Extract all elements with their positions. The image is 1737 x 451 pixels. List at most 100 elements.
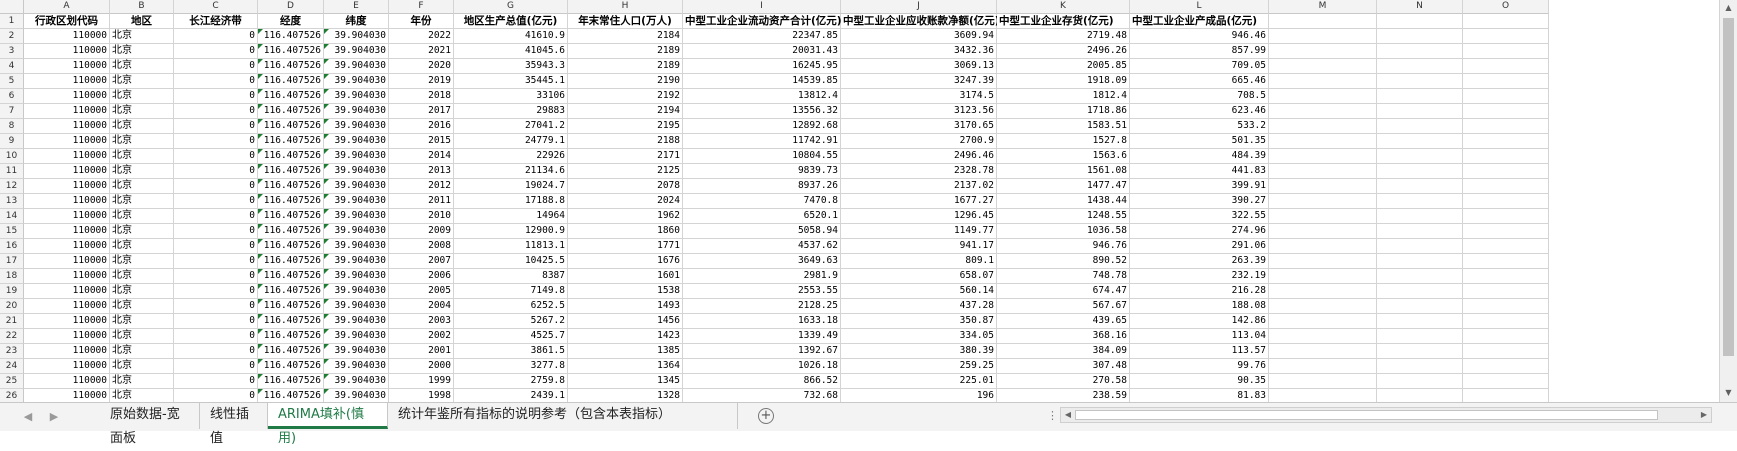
table-cell[interactable]: 110000 xyxy=(24,254,110,269)
column-header-a[interactable]: A xyxy=(24,0,110,14)
empty-cell[interactable] xyxy=(1463,179,1549,194)
table-cell[interactable]: 259.25 xyxy=(841,359,997,374)
table-cell[interactable]: 北京 xyxy=(110,179,174,194)
table-cell[interactable]: 2719.48 xyxy=(997,29,1130,44)
table-cell[interactable]: 0 xyxy=(174,314,258,329)
table-cell[interactable]: 2001 xyxy=(389,344,454,359)
empty-cell[interactable] xyxy=(1269,239,1377,254)
table-cell[interactable]: 384.09 xyxy=(997,344,1130,359)
row-number[interactable]: 20 xyxy=(0,299,24,314)
table-cell[interactable]: 2017 xyxy=(389,104,454,119)
empty-cell[interactable] xyxy=(1463,59,1549,74)
table-cell[interactable]: 116.407526 xyxy=(258,314,324,329)
table-cell[interactable]: 4537.62 xyxy=(683,239,841,254)
table-cell[interactable]: 13812.4 xyxy=(683,89,841,104)
table-cell[interactable]: 0 xyxy=(174,194,258,209)
table-cell[interactable]: 116.407526 xyxy=(258,299,324,314)
table-cell[interactable]: 291.06 xyxy=(1130,239,1269,254)
table-cell[interactable]: 北京 xyxy=(110,299,174,314)
table-cell[interactable]: 北京 xyxy=(110,329,174,344)
table-cell[interactable]: 1601 xyxy=(568,269,683,284)
table-cell[interactable]: 334.05 xyxy=(841,329,997,344)
table-cell[interactable]: 1860 xyxy=(568,224,683,239)
table-cell[interactable]: 110000 xyxy=(24,119,110,134)
scroll-down-arrow-icon[interactable]: ▼ xyxy=(1720,386,1737,400)
table-cell[interactable]: 3069.13 xyxy=(841,59,997,74)
table-cell[interactable]: 116.407526 xyxy=(258,164,324,179)
table-cell[interactable]: 116.407526 xyxy=(258,269,324,284)
table-cell[interactable]: 北京 xyxy=(110,194,174,209)
table-cell[interactable]: 39.904030 xyxy=(324,224,389,239)
table-cell[interactable]: 1328 xyxy=(568,389,683,402)
table-cell[interactable]: 41045.6 xyxy=(454,44,568,59)
header-cell[interactable]: 年末常住人口(万人) xyxy=(568,14,683,29)
table-cell[interactable]: 2553.55 xyxy=(683,284,841,299)
table-cell[interactable]: 0 xyxy=(174,44,258,59)
table-cell[interactable]: 39.904030 xyxy=(324,389,389,402)
table-cell[interactable]: 0 xyxy=(174,89,258,104)
vertical-scrollbar[interactable]: ▲ ▼ xyxy=(1719,0,1737,402)
table-cell[interactable]: 110000 xyxy=(24,134,110,149)
table-cell[interactable]: 748.78 xyxy=(997,269,1130,284)
table-cell[interactable]: 116.407526 xyxy=(258,239,324,254)
empty-cell[interactable] xyxy=(1463,374,1549,389)
table-cell[interactable]: 116.407526 xyxy=(258,344,324,359)
table-cell[interactable]: 39.904030 xyxy=(324,329,389,344)
table-cell[interactable]: 14539.85 xyxy=(683,74,841,89)
empty-cell[interactable] xyxy=(1463,269,1549,284)
table-cell[interactable]: 29883 xyxy=(454,104,568,119)
table-cell[interactable]: 110000 xyxy=(24,89,110,104)
table-cell[interactable]: 北京 xyxy=(110,374,174,389)
table-cell[interactable]: 北京 xyxy=(110,74,174,89)
table-cell[interactable]: 116.407526 xyxy=(258,359,324,374)
table-cell[interactable]: 0 xyxy=(174,359,258,374)
table-cell[interactable]: 北京 xyxy=(110,224,174,239)
table-cell[interactable]: 0 xyxy=(174,29,258,44)
table-cell[interactable]: 北京 xyxy=(110,209,174,224)
table-cell[interactable]: 27041.2 xyxy=(454,119,568,134)
column-header-j[interactable]: J xyxy=(841,0,997,14)
empty-cell[interactable] xyxy=(1269,329,1377,344)
empty-cell[interactable] xyxy=(1463,44,1549,59)
table-cell[interactable]: 0 xyxy=(174,164,258,179)
table-cell[interactable]: 225.01 xyxy=(841,374,997,389)
table-cell[interactable]: 110000 xyxy=(24,299,110,314)
table-cell[interactable]: 1538 xyxy=(568,284,683,299)
row-number[interactable]: 16 xyxy=(0,239,24,254)
table-cell[interactable]: 0 xyxy=(174,329,258,344)
table-cell[interactable]: 110000 xyxy=(24,179,110,194)
empty-cell[interactable] xyxy=(1463,74,1549,89)
table-cell[interactable]: 1364 xyxy=(568,359,683,374)
spreadsheet-grid[interactable]: ABCDEFGHIJKLMNO 1 行政区划代码 地区 长江经济带 经度 纬度 年份 地区生产… xyxy=(0,0,1719,402)
table-cell[interactable]: 1423 xyxy=(568,329,683,344)
table-cell[interactable]: 8937.26 xyxy=(683,179,841,194)
vertical-scroll-thumb[interactable] xyxy=(1723,18,1734,356)
table-cell[interactable]: 2008 xyxy=(389,239,454,254)
empty-cell[interactable] xyxy=(1269,389,1377,402)
table-cell[interactable]: 1812.4 xyxy=(997,89,1130,104)
table-cell[interactable]: 1563.6 xyxy=(997,149,1130,164)
table-cell[interactable]: 北京 xyxy=(110,314,174,329)
empty-cell[interactable] xyxy=(1463,299,1549,314)
table-cell[interactable]: 1456 xyxy=(568,314,683,329)
empty-cell[interactable] xyxy=(1463,239,1549,254)
table-cell[interactable]: 2328.78 xyxy=(841,164,997,179)
empty-cell[interactable] xyxy=(1463,164,1549,179)
table-cell[interactable]: 1493 xyxy=(568,299,683,314)
horizontal-scrollbar[interactable]: ◀ ▶ xyxy=(1060,407,1712,423)
table-cell[interactable]: 142.86 xyxy=(1130,314,1269,329)
table-cell[interactable]: 5267.2 xyxy=(454,314,568,329)
table-cell[interactable]: 北京 xyxy=(110,89,174,104)
table-cell[interactable]: 501.35 xyxy=(1130,134,1269,149)
table-cell[interactable]: 3277.8 xyxy=(454,359,568,374)
table-cell[interactable]: 2759.8 xyxy=(454,374,568,389)
table-cell[interactable]: 658.07 xyxy=(841,269,997,284)
empty-cell[interactable] xyxy=(1377,119,1463,134)
table-cell[interactable]: 35445.1 xyxy=(454,74,568,89)
column-header-e[interactable]: E xyxy=(324,0,389,14)
table-cell[interactable]: 1718.86 xyxy=(997,104,1130,119)
table-cell[interactable]: 2016 xyxy=(389,119,454,134)
table-cell[interactable]: 3432.36 xyxy=(841,44,997,59)
empty-cell[interactable] xyxy=(1463,344,1549,359)
table-cell[interactable]: 866.52 xyxy=(683,374,841,389)
